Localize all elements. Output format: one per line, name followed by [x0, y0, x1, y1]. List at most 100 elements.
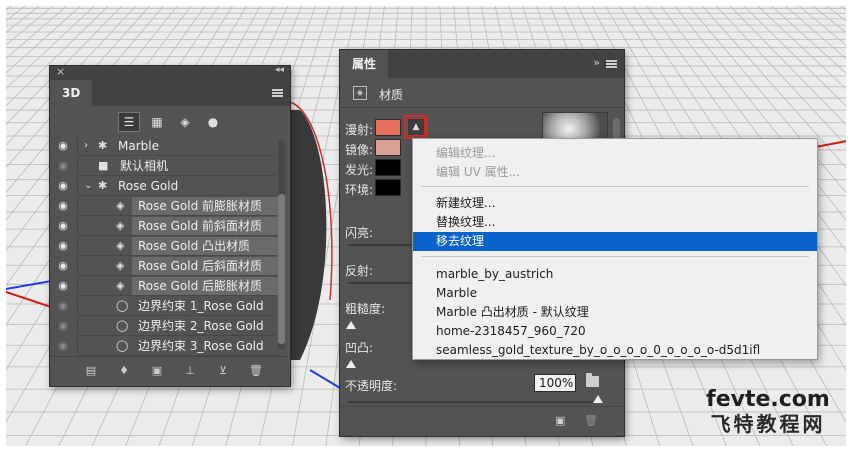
chevron-right-icon[interactable]: › — [84, 136, 88, 156]
trash-icon[interactable]: 🗑 — [584, 414, 598, 427]
watermark: fevte.com 飞特教程网 — [688, 387, 848, 437]
layer-row[interactable]: ◉ ◯ 边界约束 3_Rose Gold — [50, 336, 276, 356]
menu-item[interactable]: marble_by_austrich — [413, 265, 817, 284]
properties-bottom-toolbar: ▣ 🗑 — [340, 406, 624, 436]
material-section-label: 材质 — [379, 88, 404, 102]
layer-name: 默认相机 — [120, 159, 169, 173]
shine-label: 闪亮: — [345, 226, 374, 240]
chevron-down-icon[interactable]: ⌄ — [84, 176, 92, 196]
menu-item[interactable]: 新建纹理... — [413, 194, 817, 213]
layer-content[interactable]: ◯ 边界约束 3_Rose Gold — [78, 336, 276, 356]
watermark-name: 飞特教程网 — [710, 412, 826, 436]
texture-menu-button[interactable]: ▲ — [407, 118, 425, 136]
layer-content[interactable]: ◯ 边界约束 2_Rose Gold — [78, 316, 276, 336]
constraint-icon: ◯ — [116, 339, 129, 352]
material-icon: ◈ — [180, 115, 190, 129]
eye-icon[interactable]: ◉ — [55, 176, 71, 196]
layer-row[interactable]: ◉ ◈ Rose Gold 后斜面材质 — [50, 256, 278, 276]
menu-item[interactable]: home-2318457_960_720 — [413, 322, 817, 341]
menu-item: 编辑纹理... — [436, 146, 496, 160]
expand-icon[interactable]: ›› — [593, 56, 600, 69]
layer-name: 边界约束 2_Rose Gold — [138, 319, 264, 333]
menu-item[interactable]: 移去纹理 — [413, 232, 817, 251]
menu-item[interactable]: Marble 凸出材质 - 默认纹理 — [413, 303, 817, 322]
menu-separator — [421, 186, 809, 187]
panel-tabbar: 属性 ›› — [340, 50, 624, 78]
layer-name: Rose Gold 凸出材质 — [138, 239, 250, 253]
glow-color-swatch[interactable] — [375, 159, 401, 176]
mesh-icon: ✱ — [98, 139, 108, 152]
layer-name: Rose Gold 后斜面材质 — [138, 259, 262, 273]
roughness-label: 粗糙度: — [345, 302, 386, 316]
layer-row[interactable]: ◉ ◈ Rose Gold 后膨胀材质 — [50, 276, 278, 296]
material-icon: ◈ — [116, 239, 125, 252]
layer-row[interactable]: ◉ ■ 默认相机 — [50, 156, 276, 176]
close-icon[interactable]: × — [56, 65, 65, 78]
menu-item[interactable]: seamless_gold_texture_by_o_o_o_o_0_o_o_o… — [413, 341, 817, 360]
menu-item[interactable]: 替换纹理... — [413, 213, 817, 232]
eye-icon[interactable]: ◉ — [55, 296, 71, 316]
watermark-site: fevte.com — [706, 387, 830, 412]
reflection-label: 反射: — [345, 264, 374, 278]
layer-content[interactable]: ◈ Rose Gold 凸出材质 — [78, 236, 278, 256]
layer-row[interactable]: ◉ ◯ 边界约束 1_Rose Gold — [50, 296, 276, 316]
eye-icon[interactable]: ◉ — [55, 236, 71, 256]
material-icon: ◈ — [116, 259, 125, 272]
material-icon: ◈ — [116, 199, 125, 212]
layer-content[interactable]: ◈ Rose Gold 前斜面材质 — [78, 216, 278, 236]
eye-icon[interactable]: ◉ — [55, 316, 71, 336]
eye-icon[interactable]: ◉ — [55, 276, 71, 296]
new-mesh-icon[interactable]: ▤ — [83, 364, 99, 380]
layer-content[interactable]: › ✱ Marble — [78, 136, 276, 156]
new-light-icon[interactable]: ♦ — [116, 364, 132, 380]
render-icon[interactable]: ▣ — [555, 414, 565, 427]
diffuse-color-swatch[interactable] — [375, 119, 401, 136]
render-icon[interactable]: ▣ — [149, 364, 165, 380]
material-icon: ◈ — [116, 219, 125, 232]
collapse-icon[interactable]: ◂◂ — [275, 65, 284, 75]
camera-icon: ■ — [98, 159, 109, 172]
light-filter-button[interactable]: ● — [202, 112, 224, 132]
bump-slider-knob[interactable] — [346, 360, 356, 368]
layer-content[interactable]: ◈ Rose Gold 后斜面材质 — [78, 256, 278, 276]
scrollbar-thumb[interactable] — [278, 194, 285, 344]
menu-item[interactable]: Marble — [413, 284, 817, 303]
layer-row[interactable]: ◉ ⌄ ✱ Rose Gold — [50, 176, 276, 196]
layer-row[interactable]: ◉ › ✱ Marble — [50, 136, 276, 156]
filter-bar: ☰ ▦ ◈ ● — [50, 106, 290, 136]
roughness-slider-knob[interactable] — [346, 321, 356, 329]
layer-content[interactable]: ◯ 边界约束 1_Rose Gold — [78, 296, 276, 316]
folder-icon[interactable] — [586, 373, 599, 387]
mesh-filter-button[interactable]: ▦ — [146, 112, 168, 132]
trash-icon[interactable]: 🗑 — [248, 364, 264, 380]
layer-row[interactable]: ◉ ◈ Rose Gold 前膨胀材质 — [50, 196, 278, 216]
specular-color-swatch[interactable] — [375, 139, 401, 156]
scene-filter-button[interactable]: ☰ — [118, 112, 140, 132]
layer-content[interactable]: ◈ Rose Gold 前膨胀材质 — [78, 196, 278, 216]
ambient-color-swatch[interactable] — [375, 179, 401, 196]
drop-icon[interactable]: ⊻ — [215, 364, 231, 380]
layer-scrollbar[interactable] — [278, 140, 285, 350]
tab-properties[interactable]: 属性 — [340, 50, 389, 78]
eye-icon[interactable]: ◉ — [55, 136, 71, 156]
eye-icon[interactable]: ◉ — [55, 256, 71, 276]
layer-row[interactable]: ◉ ◯ 边界约束 2_Rose Gold — [50, 316, 276, 336]
tab-3d[interactable]: 3D — [50, 80, 93, 106]
eye-icon[interactable]: ◉ — [55, 216, 71, 236]
opacity-slider[interactable] — [348, 401, 598, 403]
layer-content[interactable]: ⌄ ✱ Rose Gold — [78, 176, 276, 196]
layer-content[interactable]: ■ 默认相机 — [78, 156, 276, 176]
ground-icon[interactable]: ⊥ — [182, 364, 198, 380]
panel-menu-icon[interactable] — [606, 60, 617, 68]
layer-content[interactable]: ◈ Rose Gold 后膨胀材质 — [78, 276, 278, 296]
layer-row[interactable]: ◉ ◈ Rose Gold 凸出材质 — [50, 236, 278, 256]
eye-icon[interactable]: ◉ — [55, 156, 71, 176]
panel-menu-icon[interactable] — [272, 89, 283, 97]
layer-name: Rose Gold 后膨胀材质 — [138, 279, 262, 293]
material-filter-button[interactable]: ◈ — [174, 112, 196, 132]
layer-row[interactable]: ◉ ◈ Rose Gold 前斜面材质 — [50, 216, 278, 236]
opacity-slider-knob[interactable] — [593, 395, 603, 403]
eye-icon[interactable]: ◉ — [55, 196, 71, 216]
eye-icon[interactable]: ◉ — [55, 336, 71, 356]
opacity-input[interactable]: 100% — [534, 374, 576, 392]
